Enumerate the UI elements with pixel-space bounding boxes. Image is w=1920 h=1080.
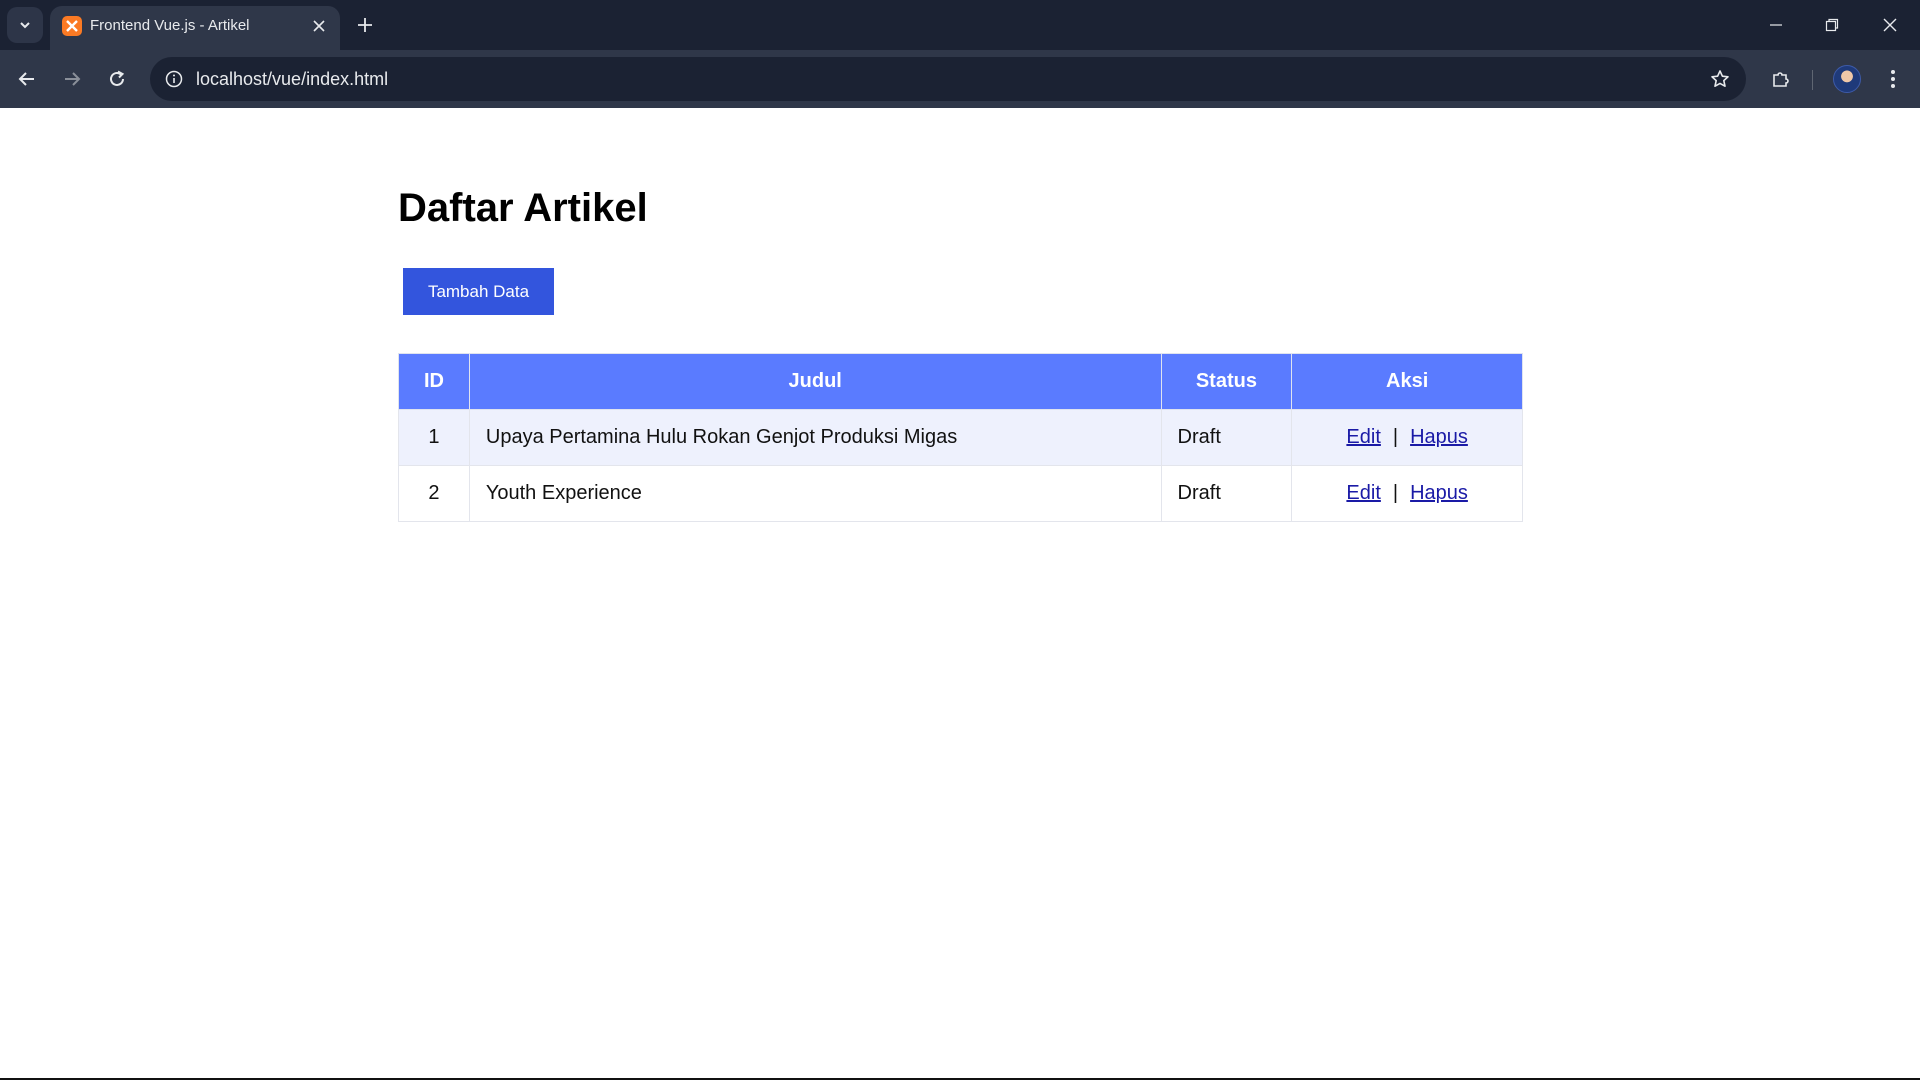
edit-link[interactable]: Edit xyxy=(1346,482,1380,504)
cell-judul: Youth Experience xyxy=(468,465,1162,522)
cell-id: 2 xyxy=(398,465,470,522)
back-arrow-icon[interactable] xyxy=(9,61,45,97)
delete-link[interactable]: Hapus xyxy=(1410,482,1468,504)
reload-icon[interactable] xyxy=(99,61,135,97)
page-content: Daftar Artikel Tambah Data ID Judul Stat… xyxy=(0,108,1920,1078)
restore-icon[interactable] xyxy=(1804,0,1860,50)
table-header-row: ID Judul Status Aksi xyxy=(398,353,1523,410)
delete-link[interactable]: Hapus xyxy=(1410,426,1468,448)
header-aksi: Aksi xyxy=(1291,353,1523,410)
url-text[interactable]: localhost/vue/index.html xyxy=(196,69,388,90)
header-id: ID xyxy=(398,353,470,410)
table-row: 2 Youth Experience Draft Edit | Hapus xyxy=(398,465,1523,522)
tab-title: Frontend Vue.js - Artikel xyxy=(90,17,250,34)
action-separator: | xyxy=(1392,426,1399,448)
forward-arrow-icon[interactable] xyxy=(54,61,90,97)
add-data-button[interactable]: Tambah Data xyxy=(403,268,554,315)
header-judul: Judul xyxy=(468,353,1162,410)
bookmark-star-icon[interactable] xyxy=(1708,67,1732,91)
edit-link[interactable]: Edit xyxy=(1346,426,1380,448)
more-menu-icon[interactable] xyxy=(1875,61,1911,97)
browser-tab-bar: Frontend Vue.js - Artikel xyxy=(0,0,1920,50)
page-title: Daftar Artikel xyxy=(398,186,648,230)
cell-actions: Edit | Hapus xyxy=(1291,409,1523,466)
cell-status: Draft xyxy=(1160,409,1293,466)
avatar xyxy=(1833,65,1861,93)
articles-table: ID Judul Status Aksi 1 Upaya Pertamina H… xyxy=(398,353,1523,522)
toolbar-divider xyxy=(1812,70,1813,90)
extensions-puzzle-icon[interactable] xyxy=(1763,61,1799,97)
action-separator: | xyxy=(1392,482,1399,504)
profile-avatar[interactable] xyxy=(1829,61,1865,97)
cell-judul: Upaya Pertamina Hulu Rokan Genjot Produk… xyxy=(468,409,1162,466)
chevron-down-icon xyxy=(20,22,30,29)
new-tab-plus-icon[interactable] xyxy=(350,10,380,40)
address-bar[interactable]: localhost/vue/index.html xyxy=(150,57,1746,101)
minimize-icon[interactable] xyxy=(1748,0,1804,50)
tab-close-icon[interactable] xyxy=(308,15,330,37)
header-status: Status xyxy=(1160,353,1293,410)
xampp-favicon-icon xyxy=(62,16,82,36)
table-row: 1 Upaya Pertamina Hulu Rokan Genjot Prod… xyxy=(398,409,1523,466)
window-close-icon[interactable] xyxy=(1862,0,1918,50)
cell-actions: Edit | Hapus xyxy=(1291,465,1523,522)
browser-tab[interactable]: Frontend Vue.js - Artikel xyxy=(50,6,340,50)
site-info-icon[interactable] xyxy=(162,67,186,91)
browser-toolbar: localhost/vue/index.html xyxy=(0,50,1920,108)
cell-status: Draft xyxy=(1160,465,1293,522)
cell-id: 1 xyxy=(398,409,470,466)
tab-search-button[interactable] xyxy=(7,7,43,43)
